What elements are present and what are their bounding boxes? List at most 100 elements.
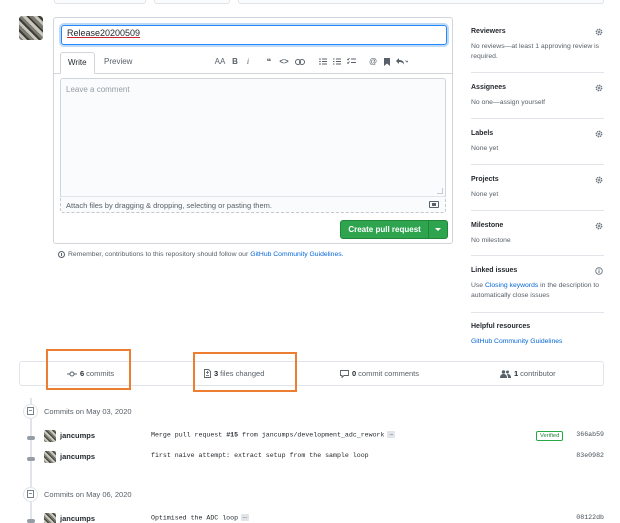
assignees-text: No one—assign yourself	[471, 99, 546, 106]
reviewers-title[interactable]: Reviewers	[471, 28, 506, 35]
sidebar: Reviewers No reviews—at least 1 approvin…	[471, 17, 604, 351]
commit-comments-tab[interactable]: 0 commit comments	[340, 362, 419, 385]
closing-keywords-link[interactable]: Closing keywords	[485, 282, 538, 289]
commit-row: jancumps first naive attempt: extract se…	[27, 451, 604, 468]
labels-text: None yet	[471, 145, 499, 152]
expand-message-button[interactable]: …	[241, 514, 249, 521]
comment-icon	[340, 369, 349, 378]
commit-group-icon	[23, 486, 38, 502]
gear-icon[interactable]	[595, 176, 603, 184]
assignees-title[interactable]: Assignees	[471, 84, 506, 91]
sidebar-linked-issues: Linked issues Use Closing keywords in th…	[471, 256, 604, 313]
heading-icon[interactable]: AA	[212, 55, 228, 69]
sidebar-milestone: Milestone No milestone	[471, 211, 604, 256]
commit-message[interactable]: Optimised the ADC loop…	[151, 514, 249, 521]
commit-row: jancumps Optimised the ADC loop… 08122db	[27, 513, 604, 523]
commit-sha[interactable]: 08122db	[576, 514, 604, 521]
sidebar-labels: Labels None yet	[471, 119, 604, 165]
gear-icon[interactable]	[595, 28, 603, 36]
quote-icon[interactable]: ❝	[262, 55, 276, 69]
community-guidelines-link[interactable]: GitHub Community Guidelines	[471, 337, 562, 347]
create-options-dropdown[interactable]	[428, 221, 447, 238]
top-nav-tab[interactable]	[154, 0, 230, 4]
milestone-text: No milestone	[471, 237, 511, 244]
mention-icon[interactable]: @	[366, 55, 380, 69]
commit-author[interactable]: jancumps	[60, 431, 95, 440]
saved-reply-icon[interactable]	[380, 55, 394, 69]
italic-icon[interactable]: i	[242, 55, 254, 69]
markdown-icon[interactable]	[429, 201, 439, 208]
commit-dot-icon	[27, 457, 35, 461]
commit-author[interactable]: jancumps	[60, 514, 95, 523]
title-input[interactable]: Release20200509	[61, 25, 447, 45]
gear-icon[interactable]	[595, 84, 603, 92]
tab-write[interactable]: Write	[60, 52, 95, 74]
reply-arrow-icon[interactable]	[394, 55, 410, 69]
resize-handle[interactable]	[437, 188, 443, 194]
attach-files-text: Attach files by dragging & dropping, sel…	[66, 201, 272, 210]
reviewers-text: No reviews—at least 1 approving review i…	[471, 43, 600, 60]
commit-dot-icon	[27, 436, 35, 440]
commit-author[interactable]: jancumps	[60, 452, 95, 461]
comment-textarea[interactable]: Leave a comment	[60, 78, 446, 196]
sidebar-reviewers: Reviewers No reviews—at least 1 approvin…	[471, 17, 604, 73]
comments-label: commit comments	[358, 369, 420, 378]
helpful-resources-title: Helpful resources	[471, 323, 531, 330]
commit-group-icon	[23, 403, 38, 419]
create-pull-request-button[interactable]: Create pull request	[340, 220, 448, 239]
highlight-box-commits	[46, 349, 131, 390]
top-nav-tab[interactable]	[238, 0, 604, 4]
verified-badge[interactable]: Verified	[536, 431, 564, 441]
projects-title[interactable]: Projects	[471, 176, 499, 183]
community-guidelines-link[interactable]: GitHub Community Guidelines.	[250, 251, 343, 258]
code-icon[interactable]: <>	[276, 55, 292, 69]
commit-message[interactable]: first naive attempt: extract setup from …	[151, 452, 369, 459]
labels-title[interactable]: Labels	[471, 130, 493, 137]
commit-group-date: Commits on May 06, 2020	[44, 489, 132, 499]
task-list-icon[interactable]	[344, 55, 358, 69]
pull-request-form: Release20200509 Write Preview AA B i ❝ <…	[53, 17, 453, 244]
numbered-list-icon[interactable]	[330, 55, 344, 69]
commit-dot-icon	[27, 519, 35, 523]
commit-group-date: Commits on May 03, 2020	[44, 406, 132, 416]
contributors-tab[interactable]: 1 contributor	[500, 362, 556, 385]
commit-sha[interactable]: 366ab59	[576, 431, 604, 438]
commit-sha[interactable]: 83e0982	[576, 452, 604, 459]
expand-message-button[interactable]: …	[387, 431, 396, 438]
contributors-label: contributor	[520, 369, 556, 378]
info-icon[interactable]	[595, 267, 603, 275]
link-icon[interactable]	[292, 55, 308, 69]
avatar[interactable]	[44, 513, 56, 523]
bold-icon[interactable]: B	[228, 55, 242, 69]
gear-icon[interactable]	[595, 130, 603, 138]
commit-group-heading: Commits on May 06, 2020	[23, 486, 132, 502]
contribution-note: Remember, contributions to this reposito…	[58, 251, 344, 258]
gear-icon[interactable]	[595, 222, 603, 230]
bulleted-list-icon[interactable]	[316, 55, 330, 69]
avatar[interactable]	[44, 451, 56, 463]
commit-row: jancumps Merge pull request #15 from jan…	[27, 430, 604, 447]
commit-message[interactable]: Merge pull request #15 from jancumps/dev…	[151, 431, 396, 438]
projects-text: None yet	[471, 191, 499, 198]
comment-placeholder: Leave a comment	[66, 85, 130, 94]
tabs-divider	[54, 73, 452, 74]
create-pull-request-label[interactable]: Create pull request	[341, 221, 428, 238]
highlight-box-files-changed	[193, 352, 297, 392]
attach-files-bar[interactable]: Attach files by dragging & dropping, sel…	[60, 196, 446, 213]
commit-group-heading: Commits on May 03, 2020	[23, 403, 132, 419]
sidebar-assignees: Assignees No one—assign yourself	[471, 73, 604, 119]
sidebar-projects: Projects None yet	[471, 165, 604, 211]
sidebar-helpful-resources: Helpful resources GitHub Community Guide…	[471, 313, 604, 351]
comments-count: 0	[352, 369, 357, 378]
contribution-note-text: Remember, contributions to this reposito…	[68, 251, 249, 258]
top-nav-tab[interactable]	[54, 0, 146, 4]
avatar[interactable]	[44, 430, 56, 442]
linked-issues-text: Use Closing keywords in the description …	[471, 282, 600, 299]
info-icon	[58, 251, 65, 258]
caret-down-icon	[435, 228, 442, 231]
people-icon	[500, 369, 511, 378]
milestone-title[interactable]: Milestone	[471, 222, 503, 229]
linked-issues-title: Linked issues	[471, 267, 518, 274]
avatar[interactable]	[19, 16, 43, 40]
tab-preview[interactable]: Preview	[97, 52, 139, 74]
